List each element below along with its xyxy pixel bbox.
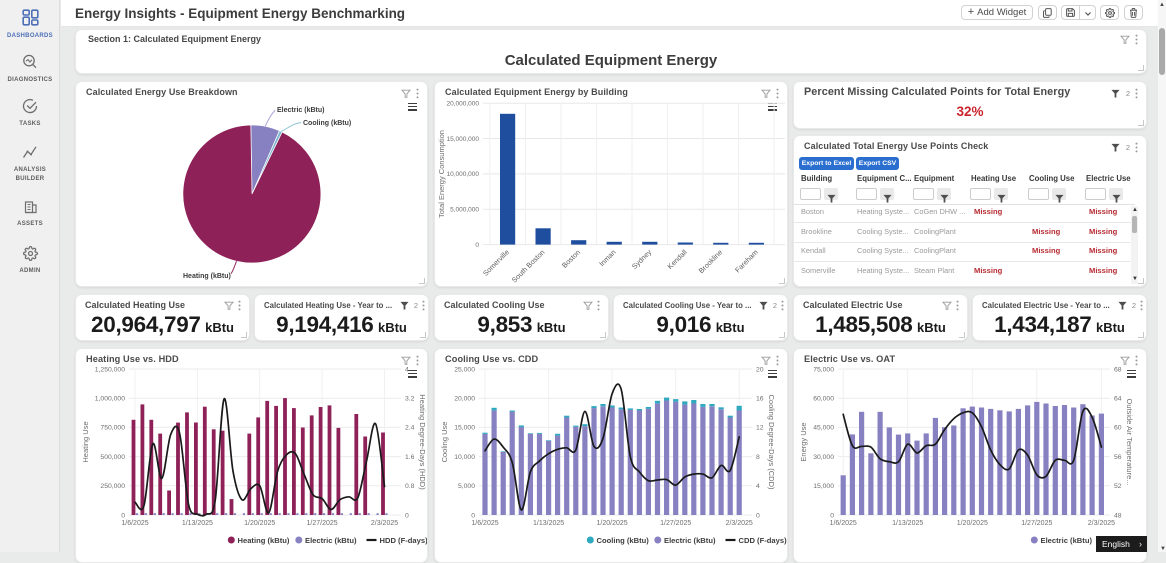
svg-text:4: 4 [756,483,760,490]
svg-text:20,000: 20,000 [454,396,475,403]
svg-text:Sydney: Sydney [630,247,654,271]
svg-text:Heating Use: Heating Use [81,421,90,462]
svg-text:2.4: 2.4 [405,425,415,432]
svg-text:10,000: 10,000 [454,454,475,461]
svg-text:HDD (F-days): HDD (F-days) [380,536,428,545]
svg-text:1/6/2025: 1/6/2025 [830,520,857,527]
svg-text:0: 0 [756,512,760,519]
svg-text:60,000: 60,000 [813,396,834,403]
svg-text:2/3/2025: 2/3/2025 [371,520,398,527]
svg-text:68: 68 [1114,366,1122,373]
svg-text:Heating (kBtu): Heating (kBtu) [183,273,231,280]
svg-text:20,000,000: 20,000,000 [446,100,479,107]
svg-text:0: 0 [475,242,479,249]
svg-text:500,000: 500,000 [100,454,125,461]
svg-text:1/13/2025: 1/13/2025 [892,520,923,527]
svg-text:1/20/2025: 1/20/2025 [597,520,628,527]
svg-text:1/20/2025: 1/20/2025 [244,520,275,527]
svg-text:1/6/2025: 1/6/2025 [471,520,498,527]
svg-text:5,000,000: 5,000,000 [450,206,479,213]
svg-text:52: 52 [1114,483,1122,490]
svg-text:1/6/2025: 1/6/2025 [121,520,148,527]
svg-text:Brookline: Brookline [697,248,725,276]
svg-text:Cooling Degree-Days (CDD): Cooling Degree-Days (CDD) [767,394,776,490]
svg-text:Kendall: Kendall [665,247,689,271]
svg-text:Total Energy Consumption: Total Energy Consumption [437,130,446,218]
svg-text:1/20/2025: 1/20/2025 [957,520,988,527]
svg-text:0: 0 [121,512,125,519]
svg-text:Heating (kBtu): Heating (kBtu) [238,536,290,545]
svg-text:Electric (kBtu): Electric (kBtu) [305,536,357,545]
svg-text:15,000,000: 15,000,000 [446,136,479,143]
svg-text:South Boston: South Boston [510,248,547,285]
svg-text:Fareham: Fareham [733,248,760,275]
svg-text:250,000: 250,000 [100,483,125,490]
svg-text:Electric (kBtu): Electric (kBtu) [664,536,716,545]
svg-text:CDD (F-days): CDD (F-days) [739,536,788,545]
svg-text:Heating Degree-Days (HDD): Heating Degree-Days (HDD) [418,394,427,490]
svg-text:Somerville: Somerville [481,248,511,278]
svg-text:1/27/2025: 1/27/2025 [660,520,691,527]
svg-text:2/3/2025: 2/3/2025 [1088,520,1115,527]
svg-text:60: 60 [1114,425,1122,432]
svg-text:10,000,000: 10,000,000 [446,171,479,178]
svg-text:1/27/2025: 1/27/2025 [307,520,338,527]
svg-text:Cooling (kBtu): Cooling (kBtu) [597,536,650,545]
svg-text:1/27/2025: 1/27/2025 [1021,520,1052,527]
svg-text:75,000: 75,000 [813,366,834,373]
svg-text:1.6: 1.6 [405,454,415,461]
svg-text:15,000: 15,000 [454,425,475,432]
svg-text:15,000: 15,000 [813,483,834,490]
svg-text:Cooling Use: Cooling Use [440,422,449,463]
svg-text:2/3/2025: 2/3/2025 [726,520,753,527]
svg-text:1/13/2025: 1/13/2025 [533,520,564,527]
svg-text:Energy Use: Energy Use [799,422,808,461]
svg-text:25,000: 25,000 [454,366,475,373]
svg-text:5,000: 5,000 [458,483,475,490]
svg-text:Outside Air Temperature...: Outside Air Temperature... [1125,399,1134,486]
svg-text:48: 48 [1114,512,1122,519]
svg-text:45,000: 45,000 [813,425,834,432]
svg-text:0.8: 0.8 [405,483,415,490]
svg-text:1/13/2025: 1/13/2025 [182,520,213,527]
svg-text:64: 64 [1114,396,1122,403]
svg-text:12: 12 [756,425,764,432]
svg-text:1,250,000: 1,250,000 [95,366,125,373]
svg-text:Inman: Inman [597,248,617,268]
svg-text:8: 8 [756,454,760,461]
svg-text:Electric (kBtu): Electric (kBtu) [1041,536,1093,545]
svg-text:0: 0 [471,512,475,519]
svg-text:1,000,000: 1,000,000 [95,396,125,403]
svg-text:750,000: 750,000 [100,425,125,432]
svg-text:4: 4 [405,366,409,373]
svg-text:Cooling (kBtu): Cooling (kBtu) [303,120,351,127]
svg-text:Boston: Boston [560,248,582,270]
svg-text:56: 56 [1114,454,1122,461]
svg-text:0: 0 [405,512,409,519]
svg-text:20: 20 [756,366,764,373]
svg-text:30,000: 30,000 [813,454,834,461]
svg-text:16: 16 [756,396,764,403]
svg-text:Electric (kBtu): Electric (kBtu) [277,107,324,114]
svg-text:0: 0 [830,512,834,519]
svg-text:3.2: 3.2 [405,396,415,403]
